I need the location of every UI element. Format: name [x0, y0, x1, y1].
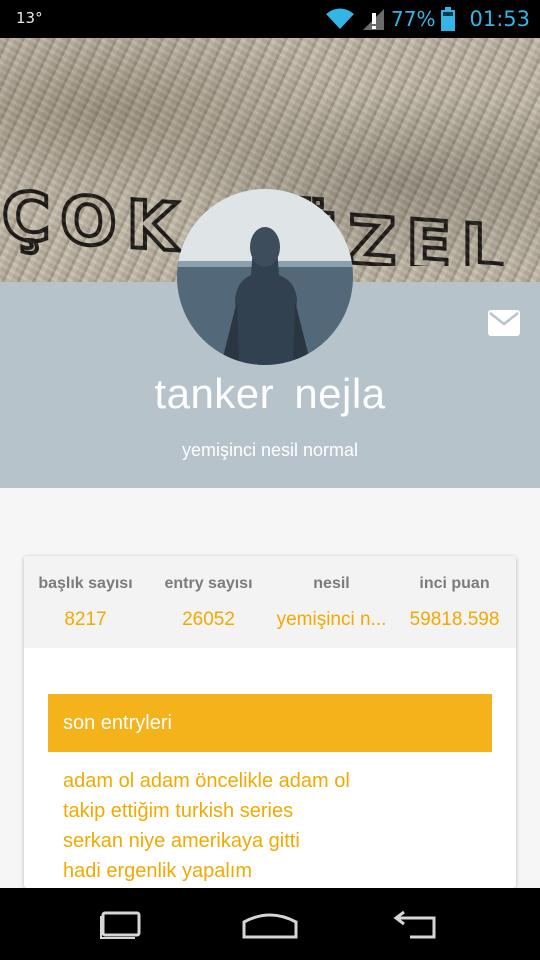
user-generation: yemişinci nesil normal [181, 440, 359, 460]
user-name: tanker nejla [154, 370, 386, 417]
stat-label: başlık sayısı [38, 575, 133, 592]
weather-temperature: 13° [16, 9, 43, 27]
stat-value: yemişinci n... [276, 609, 387, 630]
stat-value: 59818.598 [409, 609, 500, 630]
entry-link[interactable]: serkan niye amerikaya gitti [63, 826, 483, 856]
recent-apps-icon[interactable] [90, 906, 150, 942]
entry-link[interactable]: takip ettiğim turkish series [63, 796, 483, 826]
recent-entries-list: adam ol adam öncelikle adam ol takip ett… [63, 766, 483, 886]
status-bar: 13° 77% 01:53 [0, 0, 540, 38]
stat-label: entry sayısı [164, 575, 253, 592]
signal-icon [363, 9, 385, 30]
stat-score: inci puan 59818.598 [393, 556, 516, 648]
battery-icon [441, 7, 456, 31]
status-icons: 77% 01:53 [325, 5, 530, 33]
profile-card: başlık sayısı 8217 entry sayısı 26052 ne… [24, 556, 516, 888]
stat-generation: nesil yemişinci n... [270, 556, 393, 648]
clock: 01:53 [469, 7, 530, 31]
stat-label: nesil [313, 575, 350, 592]
wifi-icon [326, 8, 355, 29]
stat-value: 8217 [64, 609, 107, 630]
entry-link[interactable]: hadi ergenlik yapalım [63, 856, 483, 886]
avatar-photo [177, 189, 353, 365]
stat-entry-count: entry sayısı 26052 [147, 556, 270, 648]
recent-entries-header: son entryleri [48, 694, 492, 752]
home-icon[interactable] [240, 906, 300, 942]
stat-value: 26052 [182, 609, 235, 630]
navigation-bar [0, 888, 540, 960]
back-icon[interactable] [390, 906, 450, 942]
mail-icon[interactable] [488, 310, 520, 336]
avatar[interactable] [177, 189, 353, 365]
stat-topic-count: başlık sayısı 8217 [24, 556, 147, 648]
battery-percent: 77% [391, 7, 436, 31]
entry-link[interactable]: adam ol adam öncelikle adam ol [63, 766, 483, 796]
stats-row: başlık sayısı 8217 entry sayısı 26052 ne… [24, 556, 516, 648]
stat-label: inci puan [419, 575, 490, 592]
